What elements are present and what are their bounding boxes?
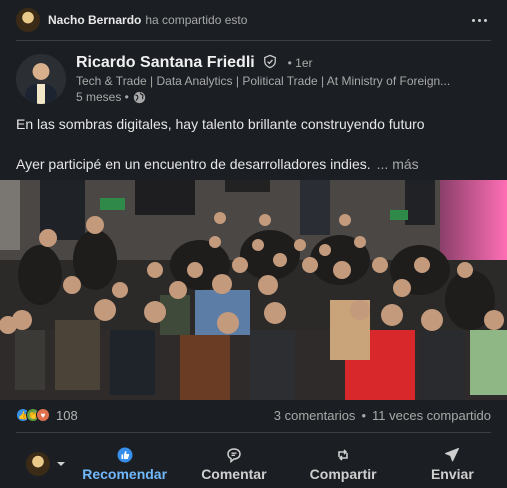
divider	[16, 40, 491, 41]
like-button[interactable]: Recomendar	[70, 440, 179, 488]
reaction-count[interactable]: 108	[56, 408, 78, 423]
comment-button[interactable]: Comentar	[179, 440, 288, 488]
love-reaction-icon: ♥	[36, 408, 50, 422]
reactor-switcher[interactable]	[22, 440, 70, 488]
more-options-icon[interactable]	[467, 10, 491, 30]
sharer-avatar[interactable]	[16, 8, 40, 32]
separator-dot: •	[361, 407, 366, 423]
chevron-down-icon	[57, 462, 65, 466]
post-time: 5 meses •	[76, 90, 146, 104]
post-text-line: Ayer participé en un encuentro de desarr…	[16, 156, 371, 172]
sharer-name[interactable]: Nacho Bernardo	[48, 13, 141, 27]
comment-icon	[227, 447, 241, 463]
repost-icon	[338, 448, 348, 461]
author-headline: Tech & Trade | Data Analytics | Politica…	[76, 74, 451, 88]
comments-count[interactable]: 3 comentarios	[274, 408, 356, 423]
like-icon	[117, 447, 133, 462]
shared-action-text: ha compartido esto	[145, 13, 248, 27]
divider	[16, 432, 491, 433]
post-time-text: 5 meses •	[76, 90, 129, 104]
post-text: En las sombras digitales, hay talento br…	[16, 114, 491, 174]
author-name[interactable]: Ricardo Santana Friedli	[76, 54, 255, 71]
send-button[interactable]: Enviar	[398, 440, 507, 488]
post-author: Ricardo Santana Friedli • 1er Tech & Tra…	[16, 54, 491, 106]
reactions-icons[interactable]: 👍 👏 ♥	[16, 408, 50, 422]
send-button-label: Enviar	[430, 465, 474, 482]
globe-icon	[133, 91, 146, 103]
like-button-label: Recomendar	[82, 465, 168, 482]
post-text-line: En las sombras digitales, hay talento br…	[16, 116, 425, 132]
group-photo	[0, 180, 507, 400]
social-counts: 👍 👏 ♥ 108 3 comentarios • 11 veces compa…	[16, 404, 491, 426]
connection-degree: • 1er	[287, 56, 313, 70]
comment-button-label: Comentar	[201, 465, 267, 482]
reactor-avatar	[26, 452, 50, 476]
author-name-row[interactable]: Ricardo Santana Friedli • 1er	[76, 54, 313, 72]
shared-by-bar: Nacho Bernardo ha compartido esto	[0, 0, 507, 40]
see-more-link[interactable]: ... más	[377, 156, 419, 172]
verified-icon	[264, 54, 277, 69]
author-avatar[interactable]	[16, 54, 66, 104]
shares-count[interactable]: 11 veces compartido	[372, 408, 491, 423]
post-image[interactable]	[0, 180, 507, 400]
share-button[interactable]: Compartir	[289, 440, 398, 488]
send-icon	[445, 447, 460, 461]
share-button-label: Compartir	[309, 465, 377, 482]
action-bar: Recomendar Comentar Compartir Enviar	[0, 440, 507, 488]
